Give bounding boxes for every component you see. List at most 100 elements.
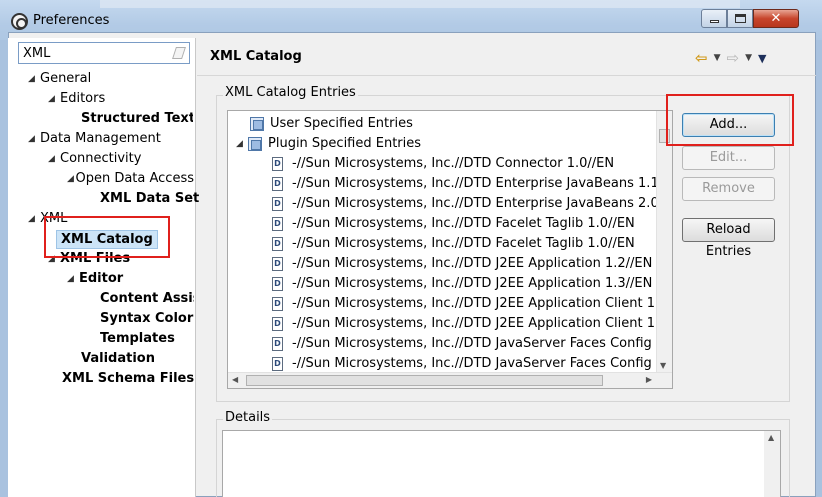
tree-item-connectivity[interactable]: ◢ Connectivity: [48, 149, 141, 169]
list-item-label: -//Sun Microsystems, Inc.//DTD J2EE Appl…: [292, 316, 673, 331]
back-arrow-icon[interactable]: ⇦: [695, 49, 708, 67]
catalog-entries-label: XML Catalog Entries: [223, 85, 358, 100]
minimize-icon: [709, 20, 719, 23]
collapse-triangle-icon[interactable]: ◢: [28, 209, 40, 229]
forward-dropdown-icon[interactable]: ▼: [745, 53, 752, 63]
clear-filter-icon[interactable]: [172, 47, 186, 59]
maximize-button[interactable]: [727, 9, 753, 28]
list-item[interactable]: D -//Sun Microsystems, Inc.//DTD JavaSer…: [272, 354, 672, 374]
dtd-file-icon: D: [272, 337, 283, 351]
scroll-up-icon[interactable]: ▲: [768, 433, 774, 442]
details-text-area[interactable]: ▲: [222, 430, 781, 497]
list-item[interactable]: D -//Sun Microsystems, Inc.//DTD J2EE Ap…: [272, 314, 673, 334]
list-item[interactable]: D -//Sun Microsystems, Inc.//DTD Connect…: [272, 154, 614, 174]
list-item[interactable]: D -//Sun Microsystems, Inc.//DTD J2EE Ap…: [272, 274, 652, 294]
tree-item-general[interactable]: ◢ General: [28, 69, 91, 89]
reload-entries-button[interactable]: Reload Entries: [682, 218, 775, 259]
tree-item-label: Editor: [79, 271, 124, 286]
collapse-triangle-icon[interactable]: ◢: [28, 69, 40, 89]
collapse-triangle-icon[interactable]: ◢: [28, 129, 40, 149]
list-item-label: -//Sun Microsystems, Inc.//DTD Enterpris…: [292, 176, 673, 191]
collapse-triangle-icon[interactable]: ◢: [48, 89, 60, 109]
collapse-triangle-icon[interactable]: ◢: [67, 269, 79, 289]
close-icon: ✕: [770, 11, 782, 26]
list-item-label: -//Sun Microsystems, Inc.//DTD J2EE Appl…: [292, 256, 653, 271]
tree-item-syntax-coloring[interactable]: Syntax Colori: [100, 309, 194, 329]
maximize-icon: [734, 14, 746, 23]
preferences-tree-pane: XML ◢ General ◢ Editors Structured Text …: [8, 38, 199, 497]
list-item-label: User Specified Entries: [270, 116, 413, 131]
filter-input[interactable]: XML: [18, 42, 190, 64]
tree-item-templates[interactable]: Templates: [100, 329, 175, 349]
list-item-plugin-specified[interactable]: ◢ Plugin Specified Entries: [236, 134, 421, 154]
forward-arrow-icon[interactable]: ⇨: [727, 49, 740, 67]
horizontal-scroll-thumb[interactable]: [246, 375, 603, 386]
list-item-label: -//Sun Microsystems, Inc.//DTD J2EE Appl…: [292, 276, 653, 291]
dtd-file-icon: D: [272, 357, 283, 371]
close-button[interactable]: ✕: [753, 9, 799, 28]
list-item[interactable]: D -//Sun Microsystems, Inc.//DTD Enterpr…: [272, 194, 673, 214]
tree-item-xml-schema-files[interactable]: XML Schema Files: [62, 369, 194, 389]
list-item[interactable]: D -//Sun Microsystems, Inc.//DTD J2EE Ap…: [272, 294, 673, 314]
dtd-file-icon: D: [272, 237, 283, 251]
tree-item-label: Content Assis: [100, 291, 194, 306]
collapse-triangle-icon[interactable]: ◢: [67, 169, 75, 189]
list-item-user-specified[interactable]: User Specified Entries: [250, 114, 413, 134]
list-item[interactable]: D -//Sun Microsystems, Inc.//DTD Enterpr…: [272, 174, 673, 194]
dtd-file-icon: D: [272, 157, 283, 171]
list-item-label: -//Sun Microsystems, Inc.//DTD J2EE Appl…: [292, 296, 673, 311]
dtd-file-icon: D: [272, 257, 283, 271]
details-label: Details: [223, 410, 273, 425]
edit-button[interactable]: Edit...: [682, 146, 775, 170]
tree-item-label: Editors: [60, 91, 106, 106]
tree-item-open-data-access[interactable]: ◢ Open Data Access: [67, 169, 194, 189]
tree-item-label: XML Data Set: [100, 191, 200, 206]
tree-item-content-assist[interactable]: Content Assis: [100, 289, 194, 309]
list-item[interactable]: D -//Sun Microsystems, Inc.//DTD Facelet…: [272, 234, 635, 254]
page-navigation: ⇦ ▼ ⇨ ▼ ▼: [695, 49, 766, 67]
preferences-window-icon: [11, 13, 28, 30]
catalog-entries-tree[interactable]: User Specified Entries ◢ Plugin Specifie…: [227, 110, 673, 389]
list-item[interactable]: D -//Sun Microsystems, Inc.//DTD JavaSer…: [272, 334, 672, 354]
vertical-scrollbar[interactable]: ▼: [656, 111, 672, 373]
background-window-strip: [100, 0, 740, 8]
tree-item-label: Data Management: [40, 131, 161, 146]
scroll-down-icon[interactable]: ▼: [660, 361, 666, 370]
add-button-highlight: [666, 94, 794, 146]
catalog-icon: [250, 117, 264, 131]
tree-item-xml-data-set[interactable]: XML Data Set: [100, 189, 199, 209]
list-item-label: -//Sun Microsystems, Inc.//DTD Enterpris…: [292, 196, 673, 211]
scroll-right-icon[interactable]: ▶: [646, 375, 652, 384]
tree-item-editor[interactable]: ◢ Editor: [67, 269, 123, 289]
tree-item-label: XML Schema Files: [62, 371, 195, 386]
list-item[interactable]: D -//Sun Microsystems, Inc.//DTD Facelet…: [272, 214, 635, 234]
back-dropdown-icon[interactable]: ▼: [714, 53, 721, 63]
remove-button[interactable]: Remove: [682, 177, 775, 201]
dtd-file-icon: D: [272, 197, 283, 211]
filter-text: XML: [23, 46, 51, 61]
dtd-file-icon: D: [272, 297, 283, 311]
minimize-button[interactable]: [701, 9, 727, 28]
dtd-file-icon: D: [272, 317, 283, 331]
window-title: Preferences: [33, 13, 110, 28]
tree-item-data-management[interactable]: ◢ Data Management: [28, 129, 161, 149]
collapse-triangle-icon[interactable]: ◢: [236, 134, 248, 154]
tree-item-structured-text-editors[interactable]: Structured Text E: [81, 109, 193, 129]
dtd-file-icon: D: [272, 217, 283, 231]
catalog-icon: [248, 137, 262, 151]
details-scrollbar[interactable]: ▲: [764, 431, 780, 497]
view-menu-icon[interactable]: ▼: [758, 52, 766, 65]
tree-item-editors[interactable]: ◢ Editors: [48, 89, 105, 109]
list-item-label: -//Sun Microsystems, Inc.//DTD Connector…: [292, 156, 615, 171]
tree-item-label: Connectivity: [60, 151, 142, 166]
list-item-label: Plugin Specified Entries: [268, 136, 422, 151]
dtd-file-icon: D: [272, 277, 283, 291]
list-item[interactable]: D -//Sun Microsystems, Inc.//DTD J2EE Ap…: [272, 254, 652, 274]
tree-item-label: Templates: [100, 331, 175, 346]
tree-item-validation[interactable]: Validation: [81, 349, 155, 369]
horizontal-scrollbar[interactable]: ◀ ▶: [228, 372, 672, 388]
page-title: XML Catalog: [210, 49, 302, 64]
scroll-left-icon[interactable]: ◀: [232, 375, 238, 384]
list-item-label: -//Sun Microsystems, Inc.//DTD Facelet T…: [292, 236, 635, 251]
collapse-triangle-icon[interactable]: ◢: [48, 149, 60, 169]
